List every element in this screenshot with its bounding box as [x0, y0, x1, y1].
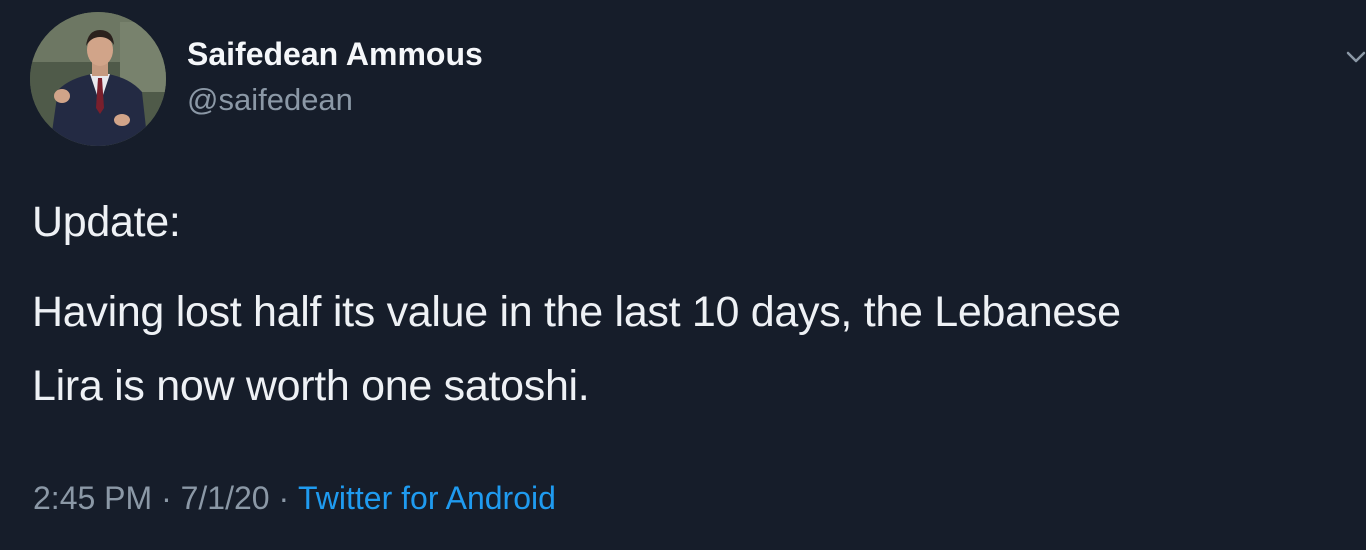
- tweet-text-line: Update:: [32, 198, 181, 246]
- tweet-time[interactable]: 2:45 PM: [33, 480, 152, 517]
- avatar[interactable]: [30, 12, 166, 146]
- tweet-source-link[interactable]: Twitter for Android: [298, 480, 556, 517]
- tweet-text-line: Lira is now worth one satoshi.: [32, 362, 590, 410]
- tweet-date[interactable]: 7/1/20: [181, 480, 270, 517]
- author-name[interactable]: Saifedean Ammous: [187, 36, 483, 73]
- tweet-text-line: Having lost half its value in the last 1…: [32, 288, 1121, 336]
- avatar-photo: [30, 12, 166, 146]
- author-handle[interactable]: @saifedean: [187, 82, 353, 118]
- tweet-card: Saifedean Ammous @saifedean Update: Havi…: [0, 0, 1366, 550]
- tweet-meta: 2:45 PM · 7/1/20 · Twitter for Android: [33, 480, 556, 517]
- meta-separator: ·: [161, 480, 172, 516]
- meta-separator: ·: [278, 480, 290, 516]
- chevron-down-icon[interactable]: [1343, 44, 1366, 70]
